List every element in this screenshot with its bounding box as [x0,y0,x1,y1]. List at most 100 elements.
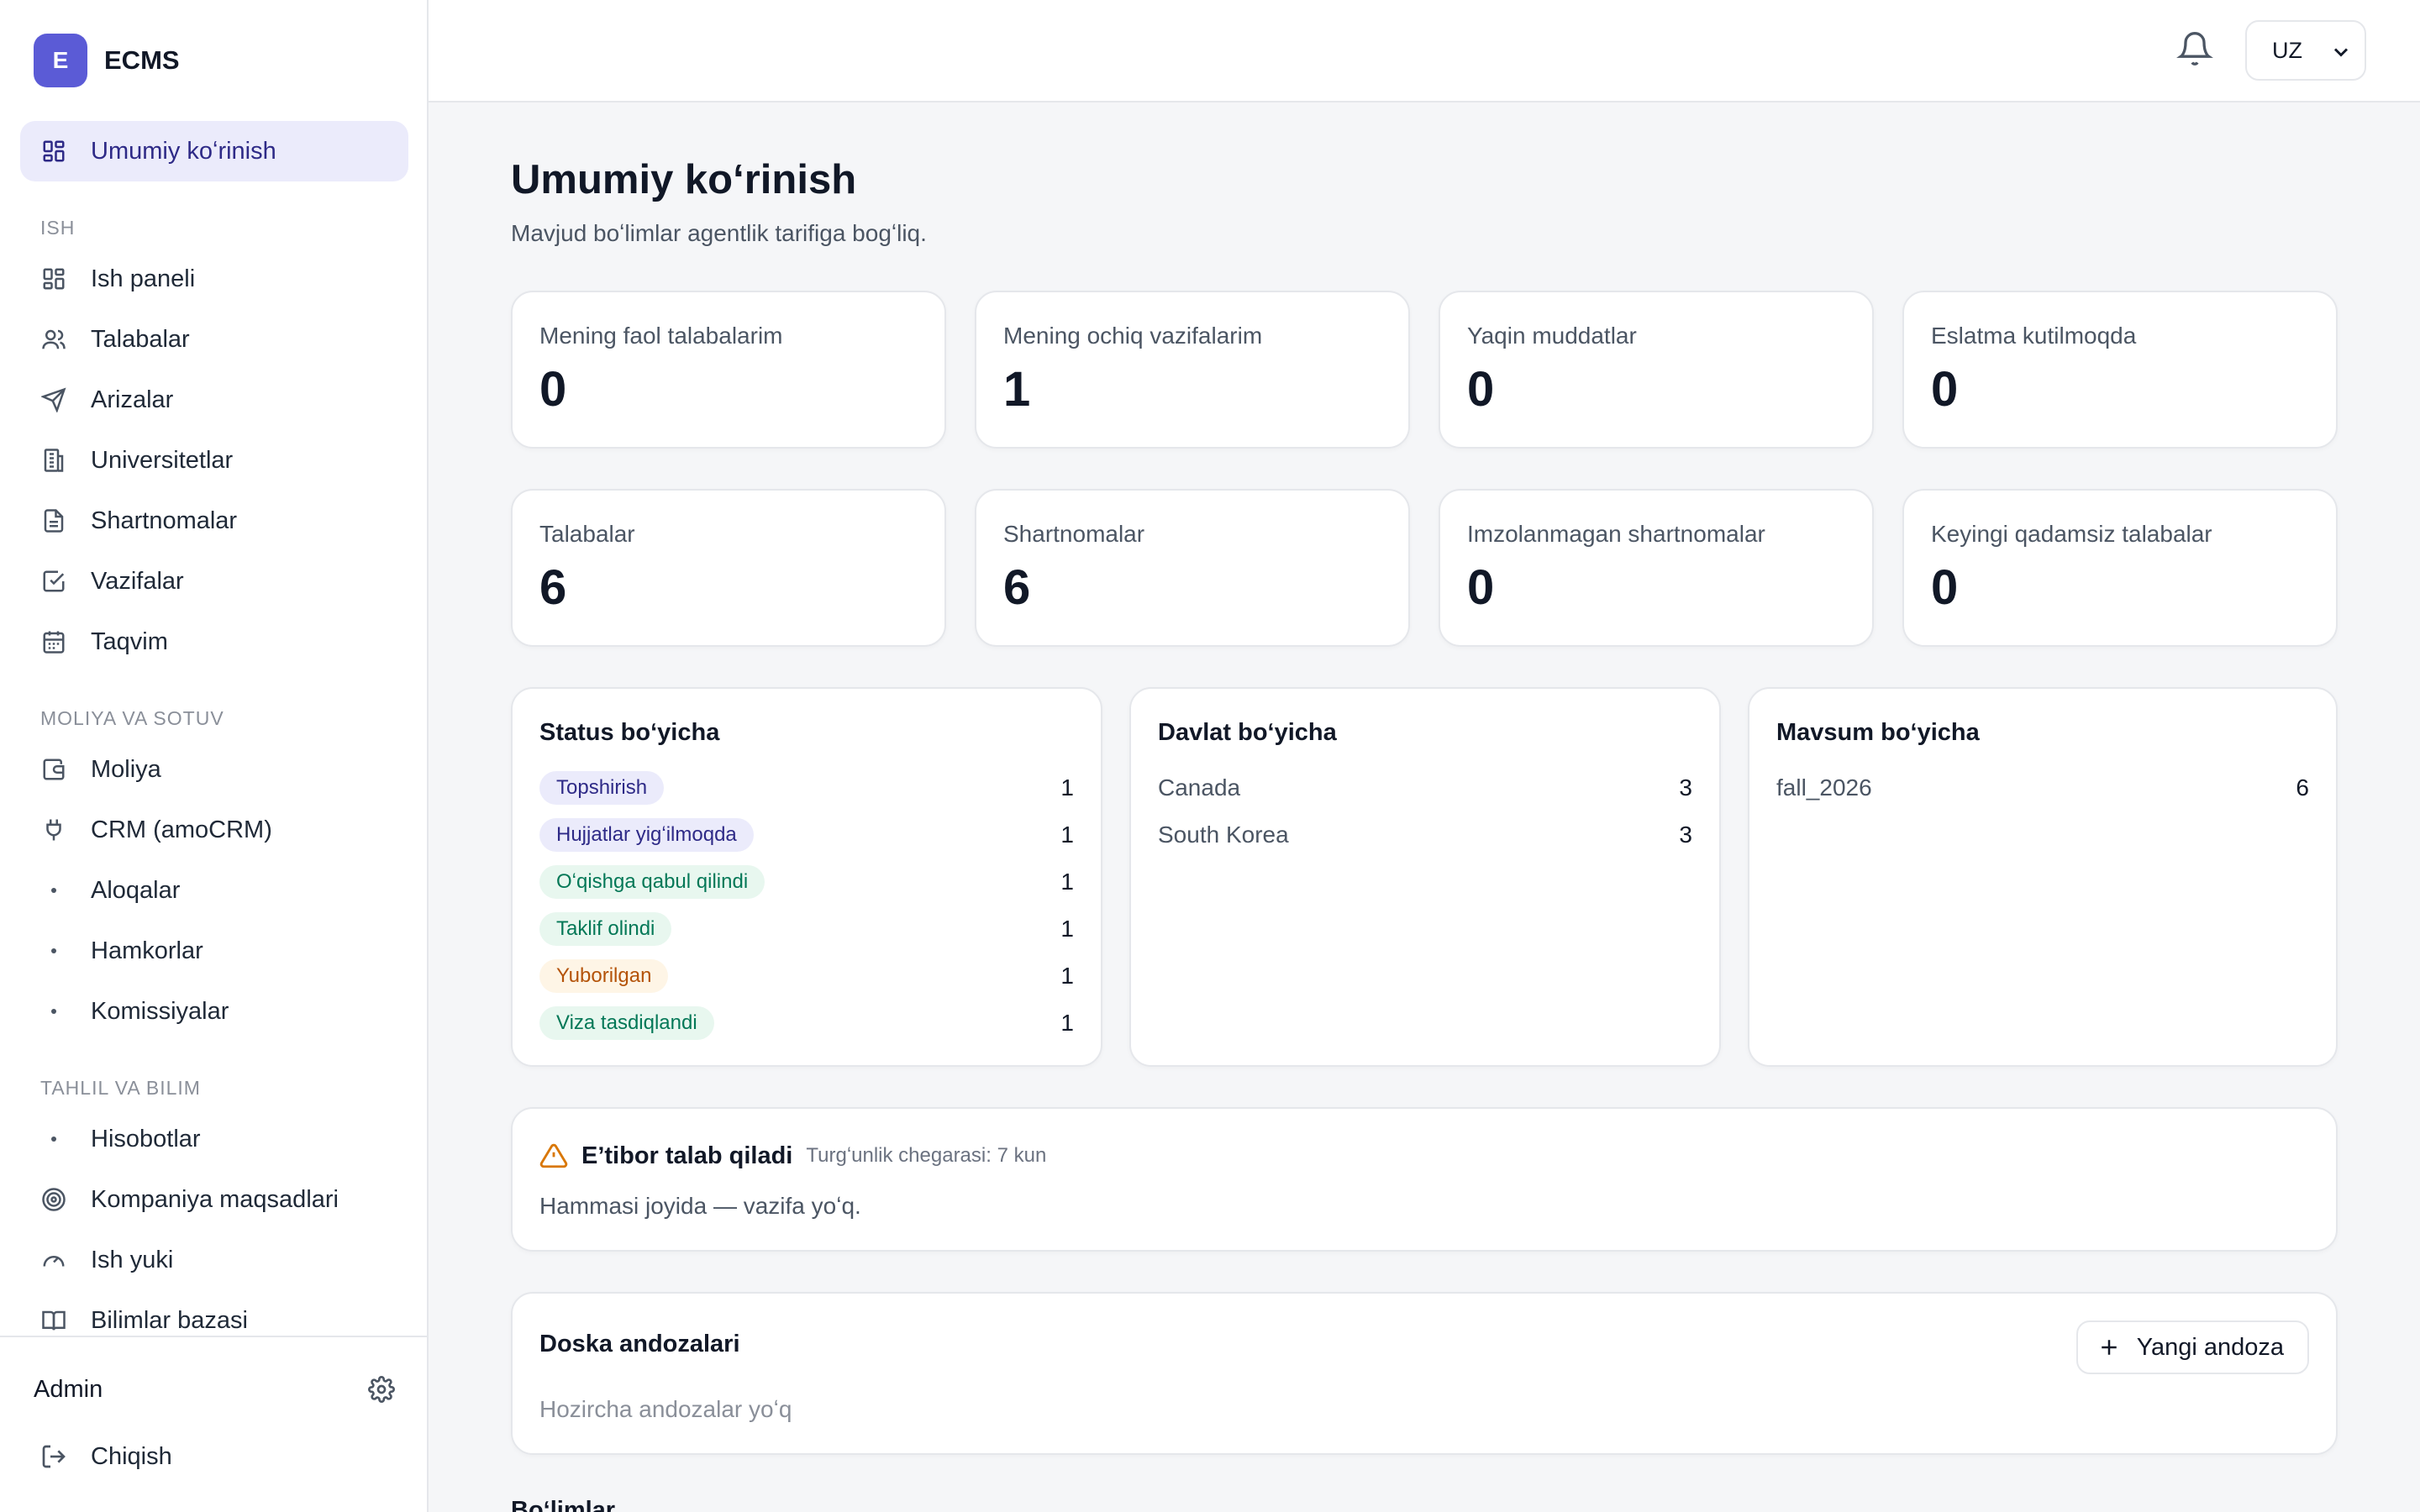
attention-message: Hammasi joyida — vazifa yoʻq. [539,1193,861,1219]
sidebar-item-crm[interactable]: CRM (amoCRM) [20,800,408,860]
nav-section-finance: MOLIYA VA SOTUV [40,707,224,729]
user-row: Admin [34,1371,395,1408]
target-icon [40,1186,67,1213]
topbar [429,0,2420,102]
sidebar-footer: Admin Chiqish [0,1336,427,1512]
list-item: Oʻqishga qabul qilindi 1 [539,858,1074,906]
sidebar-item-label: Bilimlar bazasi [91,1306,248,1334]
stat-value: 1 [1003,362,1031,417]
stat-card-contracts[interactable]: Shartnomalar 6 [975,489,1410,647]
sidebar-item-label: CRM (amoCRM) [91,816,272,843]
sidebar-item-label: Umumiy koʻrinish [91,137,276,165]
templates-title: Doska andozalari [539,1331,740,1357]
stat-card-active-students[interactable]: Mening faol talabalarim 0 [511,291,946,449]
sidebar-item-commissions[interactable]: Komissiyalar [20,981,408,1042]
status-badge: Oʻqishga qabul qilindi [539,865,765,899]
list-item-count: 1 [1060,916,1074,942]
status-badge: Viza tasdiqlandi [539,1006,714,1040]
attention-title: Eʼtibor talab qiladi [581,1142,793,1169]
sidebar-item-partners[interactable]: Hamkorlar [20,921,408,981]
list-item: Taklif olindi 1 [539,906,1074,953]
list-item-count: 1 [1060,1010,1074,1036]
sidebar-item-workload[interactable]: Ish yuki [20,1230,408,1290]
sidebar-item-label: Taqvim [91,627,168,655]
panel-by-country: Davlat boʻyicha Canada 3 South Korea 3 [1129,687,1721,1067]
sidebar-item-company-goals[interactable]: Kompaniya maqsadlari [20,1169,408,1230]
list-item-count: 1 [1060,963,1074,989]
plug-icon [40,816,67,843]
stat-card-unsigned-contracts[interactable]: Imzolanmagan shartnomalar 0 [1439,489,1874,647]
stat-label: Eslatma kutilmoqda [1931,323,2137,349]
stat-label: Yaqin muddatlar [1467,323,1637,349]
stat-value: 6 [539,560,567,615]
sidebar-item-label: Ish yuki [91,1246,174,1273]
sidebar-item-label: Talabalar [91,325,190,353]
sidebar-item-students[interactable]: Talabalar [20,309,408,370]
sidebar-item-contacts[interactable]: Aloqalar [20,860,408,921]
check-square-icon [40,568,67,595]
list-item: Canada 3 [1158,764,1692,811]
sidebar-item-label: Vazifalar [91,567,184,595]
list-item: South Korea 3 [1158,811,1692,858]
attention-threshold: Turgʻunlik chegarasi: 7 kun [806,1144,1047,1167]
stat-card-upcoming-deadlines[interactable]: Yaqin muddatlar 0 [1439,291,1874,449]
list-item: fall_2026 6 [1776,764,2309,811]
users-icon [40,326,67,353]
bell-icon[interactable] [2176,30,2213,67]
calendar-icon [40,628,67,655]
sidebar-item-dashboard[interactable]: Ish paneli [20,249,408,309]
panel-title: Mavsum boʻyicha [1776,719,1980,746]
sidebar: E ECMS Umumiy koʻrinish ISH Ish paneli T… [0,0,429,1512]
logout-label: Chiqish [91,1442,172,1470]
sidebar-item-contracts[interactable]: Shartnomalar [20,491,408,551]
list-item: Viza tasdiqlandi 1 [539,1000,1074,1047]
dot-icon [40,877,67,904]
sidebar-item-label: Aloqalar [91,876,181,904]
sidebar-item-label: Shartnomalar [91,507,238,534]
page-subtitle: Mavjud boʻlimlar agentlik tarifiga bogʻl… [511,220,927,246]
new-template-button[interactable]: Yangi andoza [2075,1320,2309,1374]
stat-value: 0 [1467,362,1495,417]
templates-empty-state: Hozircha andozalar yoʻq [539,1396,792,1422]
status-badge: Hujjatlar yigʻilmoqda [539,818,754,852]
list-item-count: 1 [1060,822,1074,848]
stat-card-open-tasks[interactable]: Mening ochiq vazifalarim 1 [975,291,1410,449]
wallet-icon [40,756,67,783]
gear-icon[interactable] [368,1376,395,1403]
list-item-label: Canada [1158,774,1241,801]
user-name: Admin [34,1375,103,1403]
sidebar-item-finance[interactable]: Moliya [20,739,408,800]
list-item-count: 3 [1679,774,1692,801]
stat-card-students-no-next-step[interactable]: Keyingi qadamsiz talabalar 0 [1902,489,2338,647]
sidebar-item-label: Hisobotlar [91,1125,201,1152]
stat-card-reminders[interactable]: Eslatma kutilmoqda 0 [1902,291,2338,449]
stat-card-students[interactable]: Talabalar 6 [511,489,946,647]
logout-button[interactable]: Chiqish [40,1438,172,1475]
sidebar-item-calendar[interactable]: Taqvim [20,612,408,672]
list-item-label: fall_2026 [1776,774,1872,801]
brand[interactable]: E ECMS [34,34,180,87]
panel-title: Davlat boʻyicha [1158,719,1337,746]
sidebar-item-reports[interactable]: Hisobotlar [20,1109,408,1169]
list-item-count: 1 [1060,869,1074,895]
sidebar-item-overview[interactable]: Umumiy koʻrinish [20,121,408,181]
sidebar-item-label: Kompaniya maqsadlari [91,1185,339,1213]
page-title: Umumiy koʻrinish [511,157,857,202]
stat-value: 0 [1931,560,1959,615]
chevron-down-icon [2329,40,2353,64]
season-list: fall_2026 6 [1776,764,2309,811]
sidebar-item-tasks[interactable]: Vazifalar [20,551,408,612]
plus-icon [2096,1335,2122,1360]
book-icon [40,1307,67,1334]
dot-icon [40,1126,67,1152]
brand-name: ECMS [104,45,180,75]
language-select[interactable]: UZ [2245,20,2366,81]
language-value: UZ [2272,37,2302,63]
sidebar-item-label: Hamkorlar [91,937,203,964]
sections-heading: Boʻlimlar [511,1497,616,1512]
sidebar-item-universities[interactable]: Universitetlar [20,430,408,491]
send-icon [40,386,67,413]
board-templates-panel: Doska andozalari Yangi andoza Hozircha a… [511,1292,2338,1455]
sidebar-item-label: Komissiyalar [91,997,229,1025]
sidebar-item-applications[interactable]: Arizalar [20,370,408,430]
